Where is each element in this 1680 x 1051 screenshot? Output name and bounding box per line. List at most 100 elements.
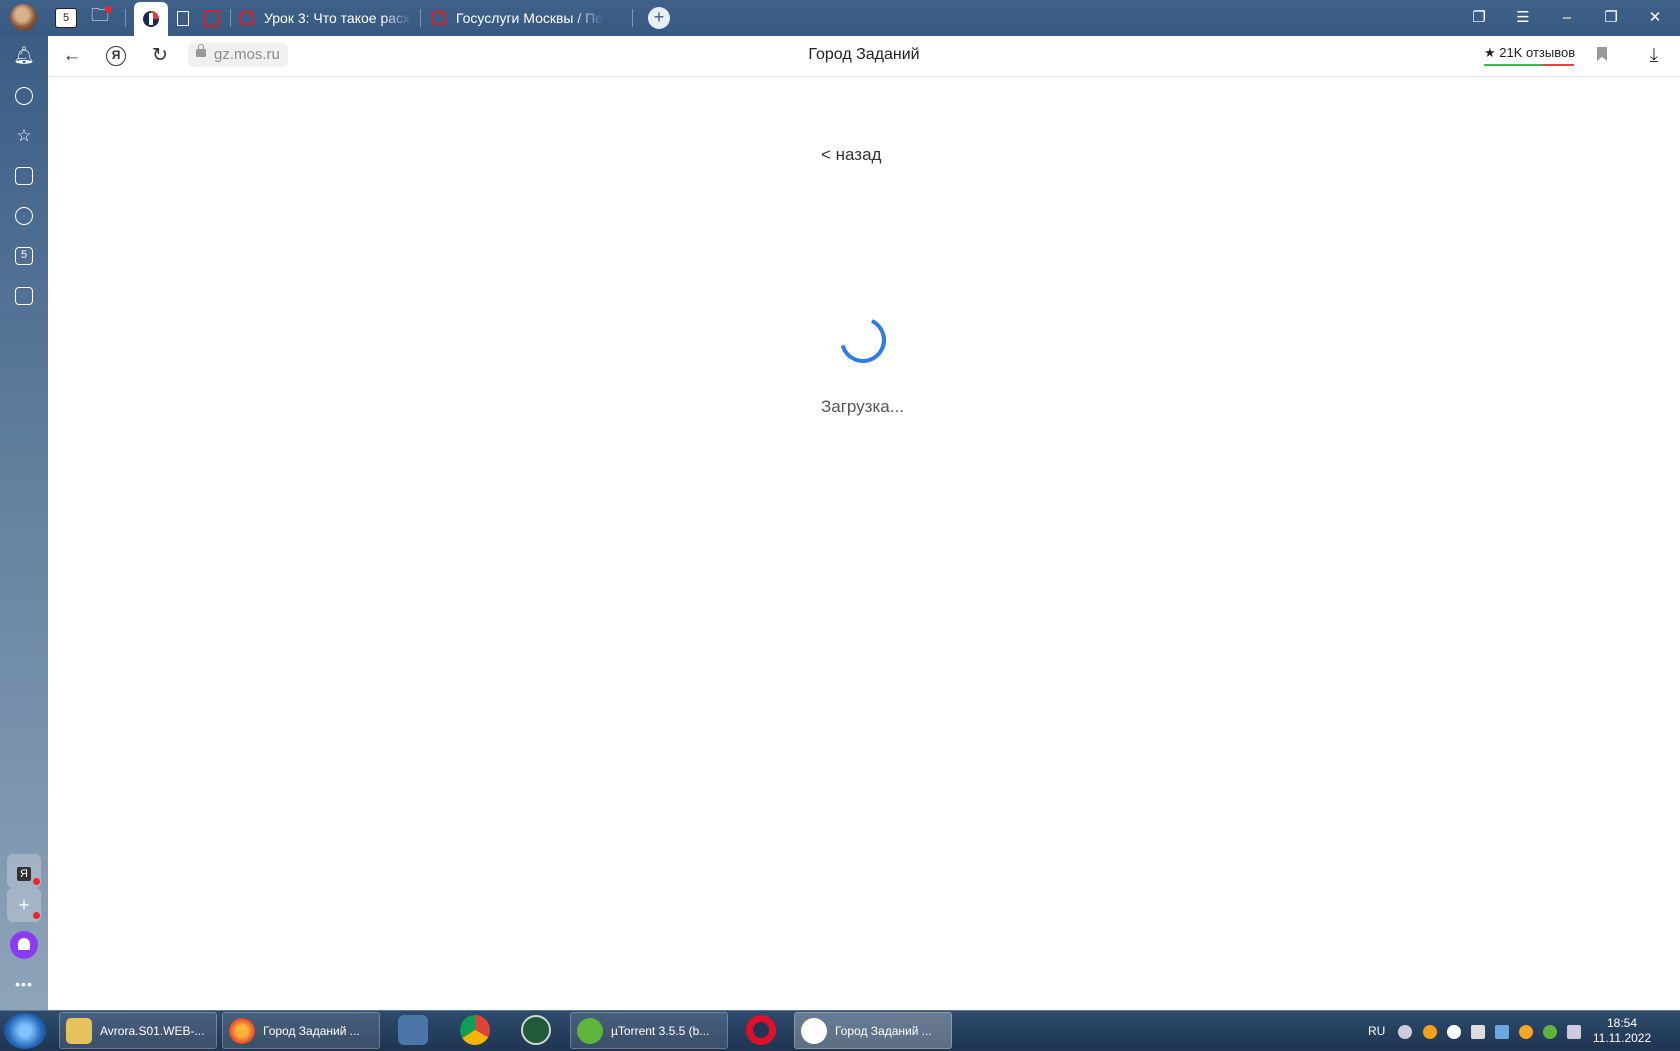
menu-icon: ☰ <box>1516 9 1530 26</box>
taskbar-item-explorer[interactable]: Avrora.S01.WEB-... <box>59 1012 217 1049</box>
tab-label: Урок 3: Что такое расходы <box>264 10 412 26</box>
taskbar-label: Avrora.S01.WEB-... <box>100 1023 205 1038</box>
notifications-button[interactable]: 🔔︎ <box>12 44 36 68</box>
reviews-badge[interactable]: ★ 21K отзывов <box>1484 45 1575 65</box>
back-link[interactable]: < назад <box>821 145 881 165</box>
star-icon: ☆ <box>16 126 32 145</box>
taskbar-item-utorrent[interactable]: µTorrent 3.5.5 (b... <box>570 1012 728 1049</box>
bookmark-button[interactable] <box>1590 44 1614 68</box>
document-icon <box>177 10 189 26</box>
five-service-button[interactable]: 5 <box>12 244 36 268</box>
tab-favicon-icon <box>432 11 446 25</box>
five-icon: 5 <box>15 247 33 265</box>
red-page-icon <box>203 9 219 27</box>
pinned-tab-5[interactable]: 5 <box>51 4 81 32</box>
bell-icon: 🔔︎ <box>13 46 35 65</box>
browser-viewport: ← Я ↻ gz.mos.ru Город Заданий ★ 21K отзы… <box>48 36 1680 1010</box>
taskbar-label: Город Заданий ... <box>263 1023 360 1038</box>
opera-icon[interactable] <box>746 1015 776 1045</box>
firefox-icon <box>229 1017 255 1044</box>
play-icon <box>15 207 33 225</box>
restore-icon: ❐ <box>1604 9 1618 26</box>
flag-icon[interactable] <box>1471 1025 1485 1039</box>
tab-document[interactable] <box>168 4 198 32</box>
browser-sidebar: 🔔︎ ☆ 5 Я + ••• <box>0 36 48 1010</box>
plus-icon: + <box>18 895 30 915</box>
restore-button[interactable]: ❐ <box>1599 6 1623 30</box>
taskbar-item-firefox[interactable]: Город Заданий ... <box>222 1012 380 1049</box>
taskbar: Avrora.S01.WEB-... Город Заданий ... µTo… <box>0 1010 1680 1051</box>
update-icon[interactable] <box>1519 1025 1533 1039</box>
clock-time: 18:54 <box>1606 1016 1638 1030</box>
five-icon: 5 <box>55 8 77 28</box>
taskbar-label: Город Заданий ... <box>835 1023 932 1038</box>
loading-text: Загрузка... <box>821 397 904 416</box>
utorrent-tray-icon[interactable] <box>1543 1025 1557 1039</box>
add-service-button[interactable]: + <box>7 888 41 922</box>
bookmarks-button[interactable]: ☆ <box>12 124 36 148</box>
language-indicator[interactable]: RU <box>1368 1024 1385 1038</box>
vk-icon[interactable] <box>398 1015 428 1045</box>
pinned-tab-folder[interactable]: 🗀 <box>85 4 115 32</box>
tab-separator <box>632 9 633 27</box>
cards-icon <box>15 167 33 185</box>
tab-favicon-icon <box>240 11 254 25</box>
tray-app-icon[interactable] <box>1423 1025 1437 1039</box>
monitor-icon[interactable] <box>1567 1025 1581 1039</box>
tab-separator <box>125 9 126 27</box>
yandex-service-tile[interactable]: Я <box>7 854 41 888</box>
collections-icon: ❐ <box>1472 9 1486 26</box>
tab-separator <box>420 9 421 27</box>
tab-separator <box>230 9 231 27</box>
tab-active-gz[interactable] <box>134 2 168 36</box>
history-button[interactable] <box>12 84 36 108</box>
tab-label: Госуслуги Москвы / Портал <box>456 10 604 26</box>
minimize-button[interactable]: – <box>1555 6 1579 30</box>
close-button[interactable]: ✕ <box>1643 6 1667 30</box>
alice-assistant-icon[interactable] <box>10 931 38 959</box>
page-title: Город Заданий <box>808 46 920 63</box>
notification-dot <box>105 6 112 13</box>
gz-favicon-icon <box>143 11 159 27</box>
taskbar-label: µTorrent 3.5.5 (b... <box>611 1023 710 1038</box>
close-icon: ✕ <box>1648 9 1662 26</box>
new-tab-button[interactable]: + <box>648 7 670 29</box>
network-tray-icon[interactable] <box>1495 1025 1509 1039</box>
bookmark-icon <box>1597 47 1607 61</box>
loading-spinner <box>831 308 895 372</box>
chrome-icon[interactable] <box>460 1015 490 1045</box>
camera-icon <box>15 287 33 305</box>
clock-date: 11.11.2022 <box>1592 1031 1652 1045</box>
address-bar: ← Я ↻ gz.mos.ru Город Заданий ★ 21K отзы… <box>48 36 1680 77</box>
reviews-underline <box>1484 64 1574 66</box>
yandex-browser-icon <box>801 1017 827 1044</box>
notification-dot <box>33 878 40 885</box>
clock[interactable]: 18:54 11.11.2022 <box>1592 1016 1652 1046</box>
plus-icon: + <box>653 7 665 27</box>
tab-red[interactable] <box>196 4 226 32</box>
more-button[interactable]: ••• <box>12 972 36 996</box>
utorrent-icon <box>577 1017 603 1044</box>
taskbar-item-yandex[interactable]: Город Заданий ... <box>794 1012 952 1049</box>
notification-dot <box>33 912 40 919</box>
minimize-icon: – <box>1562 9 1572 26</box>
start-button[interactable] <box>4 1013 46 1049</box>
collections-button[interactable]: ❐ <box>1467 6 1491 30</box>
app-icon[interactable] <box>521 1015 551 1045</box>
clock-icon <box>15 87 33 105</box>
more-dots-icon: ••• <box>15 976 33 992</box>
collections-sidebar-button[interactable] <box>12 164 36 188</box>
menu-button[interactable]: ☰ <box>1511 6 1535 30</box>
screenshot-button[interactable] <box>12 284 36 308</box>
volume-icon[interactable] <box>1398 1025 1412 1039</box>
folder-icon <box>66 1017 92 1044</box>
tab-lesson[interactable]: Урок 3: Что такое расходы <box>240 4 412 32</box>
tab-gosuslugi[interactable]: Госуслуги Москвы / Портал <box>432 4 604 32</box>
profile-avatar[interactable] <box>10 4 37 31</box>
download-icon: ⤓ <box>1649 45 1659 66</box>
downloads-button[interactable]: ⤓ <box>1642 44 1666 68</box>
ya-icon: Я <box>17 867 31 881</box>
tab-bar: 5 🗀 Урок 3: Что такое расходы Госуслуги … <box>0 0 1680 36</box>
yandex-tray-icon[interactable] <box>1447 1025 1461 1039</box>
media-button[interactable] <box>12 204 36 228</box>
